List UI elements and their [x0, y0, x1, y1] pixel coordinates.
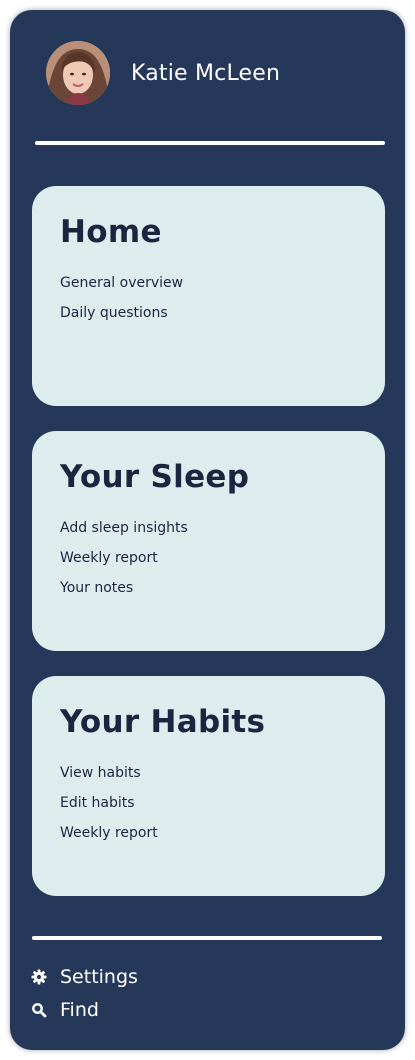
link-habits-weekly-report[interactable]: Weekly report	[60, 824, 158, 854]
card-title: Your Sleep	[60, 459, 250, 495]
card-title: Home	[60, 214, 162, 250]
link-edit-habits[interactable]: Edit habits	[60, 794, 158, 824]
user-name: Katie McLeen	[131, 60, 281, 86]
avatar[interactable]	[46, 41, 110, 105]
card-your-habits[interactable]: Your Habits View habits Edit habits Week…	[32, 676, 385, 896]
card-links: Add sleep insights Weekly report Your no…	[60, 519, 188, 609]
link-sleep-weekly-report[interactable]: Weekly report	[60, 549, 188, 579]
link-add-sleep-insights[interactable]: Add sleep insights	[60, 519, 188, 549]
divider	[32, 936, 382, 940]
link-view-habits[interactable]: View habits	[60, 764, 158, 794]
divider	[35, 141, 385, 145]
card-links: General overview Daily questions	[60, 274, 183, 334]
card-links: View habits Edit habits Weekly report	[60, 764, 158, 854]
gear-icon	[31, 969, 47, 985]
settings-button[interactable]: Settings	[31, 966, 138, 988]
link-your-notes[interactable]: Your notes	[60, 579, 188, 609]
card-your-sleep[interactable]: Your Sleep Add sleep insights Weekly rep…	[32, 431, 385, 651]
user-profile[interactable]: Katie McLeen	[46, 41, 280, 105]
link-general-overview[interactable]: General overview	[60, 274, 183, 304]
search-icon	[31, 1002, 47, 1018]
card-title: Your Habits	[60, 704, 266, 740]
sidebar-panel: Katie McLeen Home General overview Daily…	[10, 10, 405, 1050]
find-label: Find	[60, 999, 99, 1021]
find-button[interactable]: Find	[31, 999, 99, 1021]
card-home[interactable]: Home General overview Daily questions	[32, 186, 385, 406]
settings-label: Settings	[60, 966, 138, 988]
link-daily-questions[interactable]: Daily questions	[60, 304, 183, 334]
